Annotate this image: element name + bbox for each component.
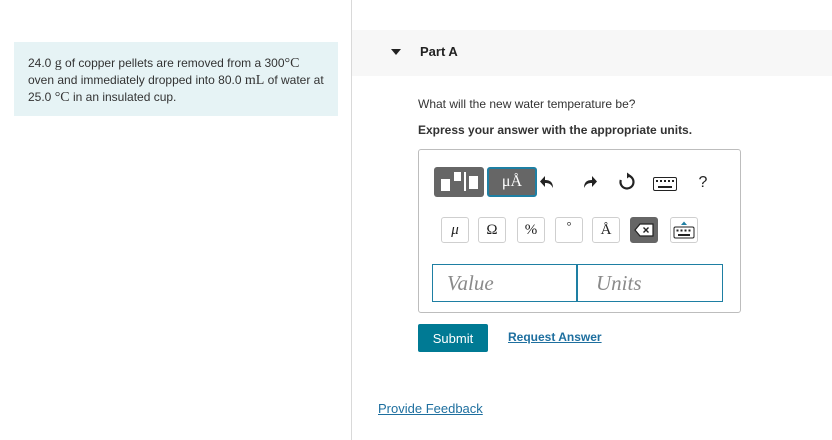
percent-symbol-label: % [524, 221, 538, 238]
delete-button[interactable] [630, 217, 658, 243]
help-icon: ? [698, 174, 708, 191]
degree-symbol-label: ° [566, 218, 572, 233]
reset-button[interactable] [616, 171, 638, 193]
reset-icon [619, 172, 635, 190]
mu-symbol-button[interactable]: μ [441, 217, 469, 243]
undo-button[interactable] [537, 171, 559, 193]
part-a-header[interactable]: Part A [352, 30, 832, 76]
submit-button[interactable]: Submit [418, 324, 488, 352]
problem-text: in an insulated cup. [72, 90, 177, 104]
redo-icon [584, 176, 597, 188]
request-answer-link[interactable]: Request Answer [508, 330, 602, 344]
undo-icon [540, 176, 553, 188]
toggle-keyboard-button[interactable] [670, 217, 698, 243]
angstrom-symbol-button[interactable]: Å [592, 217, 620, 243]
unit-celsius: °C [284, 56, 300, 71]
templates-button[interactable] [434, 167, 484, 197]
water-temperature: 25.0 [28, 90, 52, 104]
redo-button[interactable] [578, 171, 600, 193]
template-box-icon [441, 179, 450, 191]
keyboard-shortcuts-button[interactable] [651, 173, 679, 195]
help-button[interactable]: ? [692, 172, 714, 194]
angstrom-symbol-label: Å [600, 221, 612, 238]
unit-celsius: °C [54, 90, 70, 105]
provide-feedback-link[interactable]: Provide Feedback [378, 401, 483, 416]
backspace-icon [634, 223, 654, 237]
keyboard-toggle-icon [673, 221, 695, 239]
mu-symbol-label: μ [451, 221, 459, 238]
units-input[interactable] [577, 264, 723, 302]
problem-text: of copper pellets are removed from a [65, 56, 262, 70]
oven-temperature: 300 [264, 56, 285, 70]
degree-symbol-button[interactable]: ° [555, 217, 583, 243]
problem-statement: 24.0 g of copper pellets are removed fro… [14, 42, 338, 116]
volume-value: 80.0 [218, 73, 242, 87]
value-input[interactable] [432, 264, 577, 302]
template-box-icon [454, 172, 461, 181]
keyboard-icon [653, 177, 677, 191]
question-text: What will the new water temperature be? [418, 97, 636, 111]
template-box-icon [469, 176, 478, 189]
unit-milliliters: mL [244, 73, 265, 88]
omega-symbol-button[interactable]: Ω [478, 217, 506, 243]
unit-grams: g [54, 56, 62, 71]
problem-text: oven and immediately dropped into [28, 73, 215, 87]
units-template-label: μÅ [501, 173, 523, 190]
percent-symbol-button[interactable]: % [517, 217, 545, 243]
units-template-button[interactable]: μÅ [487, 167, 537, 197]
mass-value: 24.0 [28, 56, 52, 70]
omega-symbol-label: Ω [486, 221, 498, 238]
instruction-text: Express your answer with the appropriate… [418, 123, 693, 137]
problem-text: of water at [267, 73, 324, 87]
collapse-caret-icon[interactable] [391, 49, 401, 55]
part-title: Part A [420, 44, 458, 59]
template-box-icon [464, 172, 466, 191]
